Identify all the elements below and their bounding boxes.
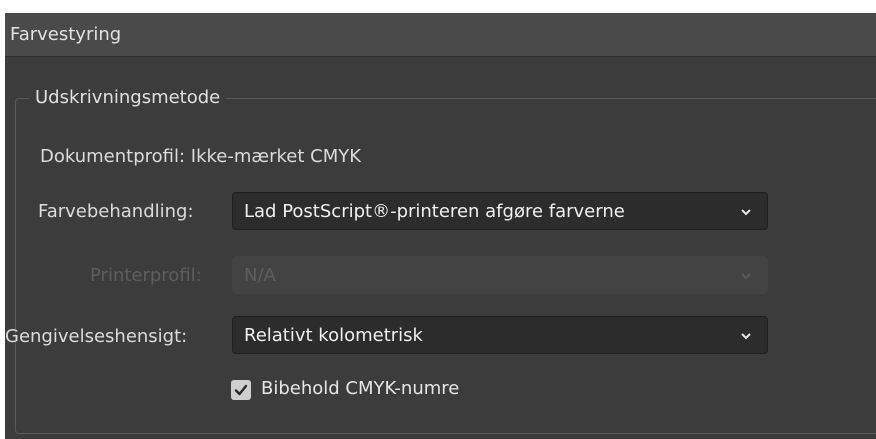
color-handling-label: Farvebehandling:: [38, 201, 194, 222]
color-handling-value: Lad PostScript®-printeren afgøre farvern…: [244, 201, 625, 222]
chevron-down-icon: [741, 273, 751, 280]
rendering-intent-label: Gengivelseshensigt:: [5, 326, 188, 347]
print-method-group-title: Udskrivningsmetode: [29, 87, 227, 108]
color-handling-select[interactable]: Lad PostScript®-printeren afgøre farvern…: [232, 192, 768, 230]
color-management-panel: Farvestyring Udskrivningsmetode Dokument…: [5, 13, 876, 439]
chevron-down-icon: [741, 209, 751, 216]
printer-profile-label: Printerprofil:: [90, 265, 202, 286]
checkmark-icon: [234, 384, 248, 396]
printer-profile-value: N/A: [244, 265, 276, 286]
panel-title: Farvestyring: [10, 24, 122, 45]
preserve-cmyk-label[interactable]: Bibehold CMYK-numre: [261, 378, 459, 399]
panel-header: Farvestyring: [5, 13, 876, 57]
preserve-cmyk-checkbox[interactable]: [231, 380, 251, 400]
chevron-down-icon: [741, 333, 751, 340]
document-profile-text: Dokumentprofil: Ikke-mærket CMYK: [40, 146, 362, 167]
rendering-intent-select[interactable]: Relativt kolometrisk: [232, 316, 768, 354]
rendering-intent-value: Relativt kolometrisk: [244, 325, 423, 346]
printer-profile-select[interactable]: N/A: [232, 256, 768, 294]
